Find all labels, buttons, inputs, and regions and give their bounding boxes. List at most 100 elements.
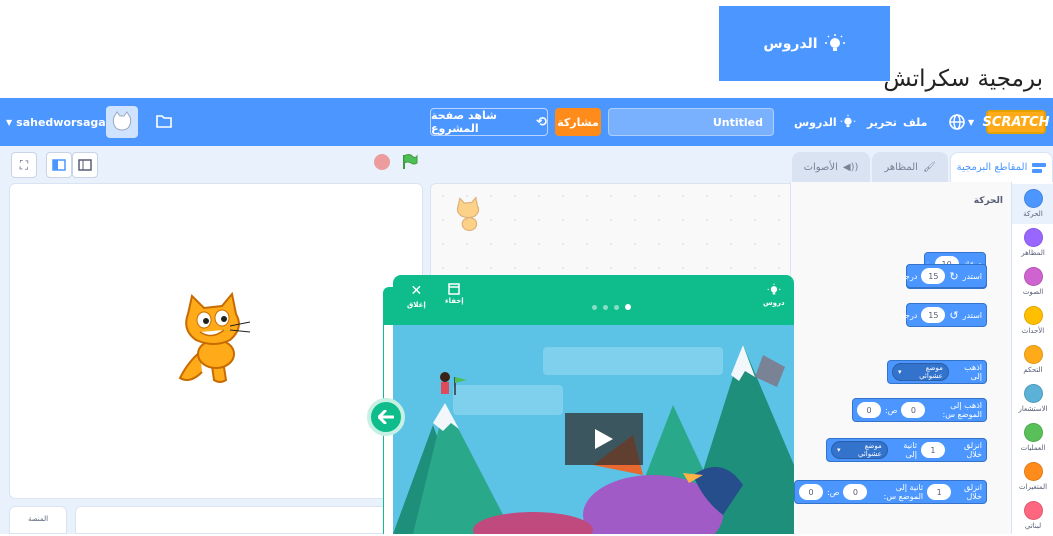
category-item[interactable]: العمليات — [1012, 418, 1053, 458]
chevron-down-icon: ▼ — [6, 117, 13, 127]
turn-right-input[interactable]: 15 — [921, 268, 946, 284]
category-item[interactable]: الاستشعار — [1012, 379, 1053, 419]
tutorial-modal: ✕ إغلاق إخفاء دروس — [383, 275, 794, 534]
category-label: الاستشعار — [1018, 405, 1048, 413]
stage-controls-bar: ⛶ — [0, 146, 790, 182]
play-video-button[interactable] — [565, 413, 643, 465]
project-title-input[interactable]: Untitled — [608, 108, 774, 136]
tutorials-badge-label: الدروس — [763, 35, 818, 52]
tab-code[interactable]: المقاطع البرمجية — [950, 152, 1053, 182]
glide-xy-secs-input[interactable]: 1 — [927, 484, 952, 500]
glide-y-input[interactable]: 0 — [799, 484, 823, 500]
category-color-dot — [1023, 228, 1043, 247]
goto-dropdown-value: موضع عشوائي — [919, 364, 943, 380]
progress-dot[interactable] — [592, 305, 597, 310]
category-item[interactable]: المتغيرات — [1012, 457, 1053, 497]
sprite-pane: المنصة — [9, 506, 423, 534]
tutorial-back-button[interactable] — [367, 398, 405, 436]
progress-dot[interactable] — [614, 305, 619, 310]
goto-text: اذهب إلى — [964, 363, 982, 381]
goto-xy-text: اذهب إلى الموضع س: — [942, 401, 982, 419]
category-label: الأحداث — [1021, 327, 1045, 335]
language-menu[interactable]: ▼ — [948, 98, 974, 146]
goto-x-input[interactable]: 0 — [901, 402, 926, 418]
category-color-dot — [1023, 189, 1043, 208]
category-label: لبناتي — [1024, 522, 1042, 530]
category-item[interactable]: الحركة — [1012, 184, 1053, 224]
category-color-dot — [1023, 306, 1043, 325]
close-icon: ✕ — [410, 283, 423, 299]
turn-left-input[interactable]: 15 — [921, 307, 946, 323]
code-icon — [1032, 162, 1047, 173]
block-turn-right-visible[interactable]: استدر ↻ 15 درجة — [901, 264, 987, 288]
tutorials-menu-label: الدروس — [794, 115, 837, 129]
category-label: العمليات — [1020, 444, 1046, 452]
glide-dropdown[interactable]: موضع عشوائي ▾ — [831, 441, 888, 459]
share-button[interactable]: مشاركة — [555, 108, 601, 136]
progress-dot-active[interactable] — [625, 304, 631, 310]
category-label: التحكم — [1023, 366, 1043, 374]
category-item[interactable]: لبناتي — [1012, 496, 1053, 536]
large-stage-icon — [78, 159, 92, 171]
category-color-dot — [1023, 384, 1043, 403]
menu-bar: SCRATCH ▼ ملف تحرير الدروس Untitled مشار… — [0, 98, 1053, 146]
goto-dropdown[interactable]: موضع عشوائي ▾ — [892, 363, 949, 381]
tutorial-close-button[interactable]: ✕ إغلاق — [407, 283, 426, 309]
block-glide-xy[interactable]: انزلق خلال 1 ثانية إلى الموضع س: 0 ص: 0 — [794, 480, 987, 504]
glide-y-label: ص: — [827, 487, 840, 497]
avatar[interactable] — [106, 106, 138, 138]
block-glide[interactable]: انزلق خلال 1 ثانية إلى موضع عشوائي ▾ — [826, 438, 987, 462]
glide-xy-to-text: ثانية إلى الموضع س: — [883, 483, 924, 501]
rotate-right-icon: ↻ — [949, 269, 959, 283]
scratch-logo[interactable]: SCRATCH — [982, 110, 1050, 134]
file-menu[interactable]: ملف — [903, 98, 927, 146]
small-stage-button[interactable] — [46, 152, 72, 178]
progress-dot[interactable] — [603, 305, 608, 310]
large-stage-button[interactable] — [72, 152, 98, 178]
see-project-page-button[interactable]: شاهد صفحة المشروع ⟲ — [430, 108, 548, 136]
page-title: برمجية سكراتش — [883, 66, 1043, 92]
green-flag-icon[interactable] — [401, 153, 419, 171]
arrow-left-icon — [378, 410, 394, 424]
category-item[interactable]: المظاهر — [1012, 223, 1053, 263]
tutorial-shrink-label: إخفاء — [445, 297, 464, 305]
tutorials-menu[interactable]: الدروس — [794, 98, 856, 146]
see-project-label: شاهد صفحة المشروع — [431, 109, 497, 135]
username-label: sahedworsaga — [16, 115, 106, 129]
folder-icon[interactable] — [155, 112, 173, 130]
category-item[interactable]: الأحداث — [1012, 301, 1053, 341]
goto-y-input[interactable]: 0 — [857, 402, 881, 418]
tutorials-library-button[interactable]: دروس — [763, 283, 785, 307]
stage-selector[interactable]: المنصة — [9, 506, 67, 534]
stage[interactable] — [9, 183, 423, 499]
category-item[interactable]: التحكم — [1012, 340, 1053, 380]
glide-xy-text: انزلق خلال — [964, 483, 982, 501]
glide-secs-input[interactable]: 1 — [920, 442, 945, 458]
tutorial-header: ✕ إغلاق إخفاء دروس — [393, 275, 794, 325]
edit-menu[interactable]: تحرير — [867, 98, 897, 146]
category-label: المتغيرات — [1018, 483, 1048, 491]
glide-x-input[interactable]: 0 — [843, 484, 868, 500]
code-tab-label: المقاطع البرمجية — [956, 162, 1028, 173]
fullscreen-icon: ⛶ — [19, 157, 29, 172]
tab-sounds[interactable]: الأصوات ◀)) — [792, 152, 870, 182]
category-color-dot — [1023, 423, 1043, 442]
speaker-icon: ◀)) — [842, 162, 859, 173]
category-menu: الحركة المظاهر الصوت الأحداث التحكم الاستشعار… — [1011, 182, 1053, 534]
tutorial-shrink-button[interactable]: إخفاء — [445, 283, 464, 305]
block-turn-left[interactable]: استدر ↺ 15 درجة — [901, 303, 987, 327]
cat-avatar-icon — [112, 111, 132, 131]
block-goto-xy[interactable]: اذهب إلى الموضع س: 0 ص: 0 — [852, 398, 987, 422]
small-stage-icon — [52, 159, 66, 171]
tutorial-video[interactable] — [393, 325, 794, 534]
category-item[interactable]: الصوت — [1012, 262, 1053, 302]
tab-costumes[interactable]: المظاهر 🖌 — [872, 152, 948, 182]
account-menu[interactable]: ▼ sahedworsaga — [6, 98, 106, 146]
fullscreen-button[interactable]: ⛶ — [11, 152, 37, 178]
tutorials-library-label: دروس — [763, 299, 785, 307]
block-goto[interactable]: اذهب إلى موضع عشوائي ▾ — [887, 360, 987, 384]
brush-icon: 🖌 — [922, 162, 936, 173]
stop-sign-icon[interactable] — [374, 154, 390, 170]
sprite-cat[interactable] — [170, 292, 260, 388]
category-color-dot — [1023, 462, 1043, 481]
